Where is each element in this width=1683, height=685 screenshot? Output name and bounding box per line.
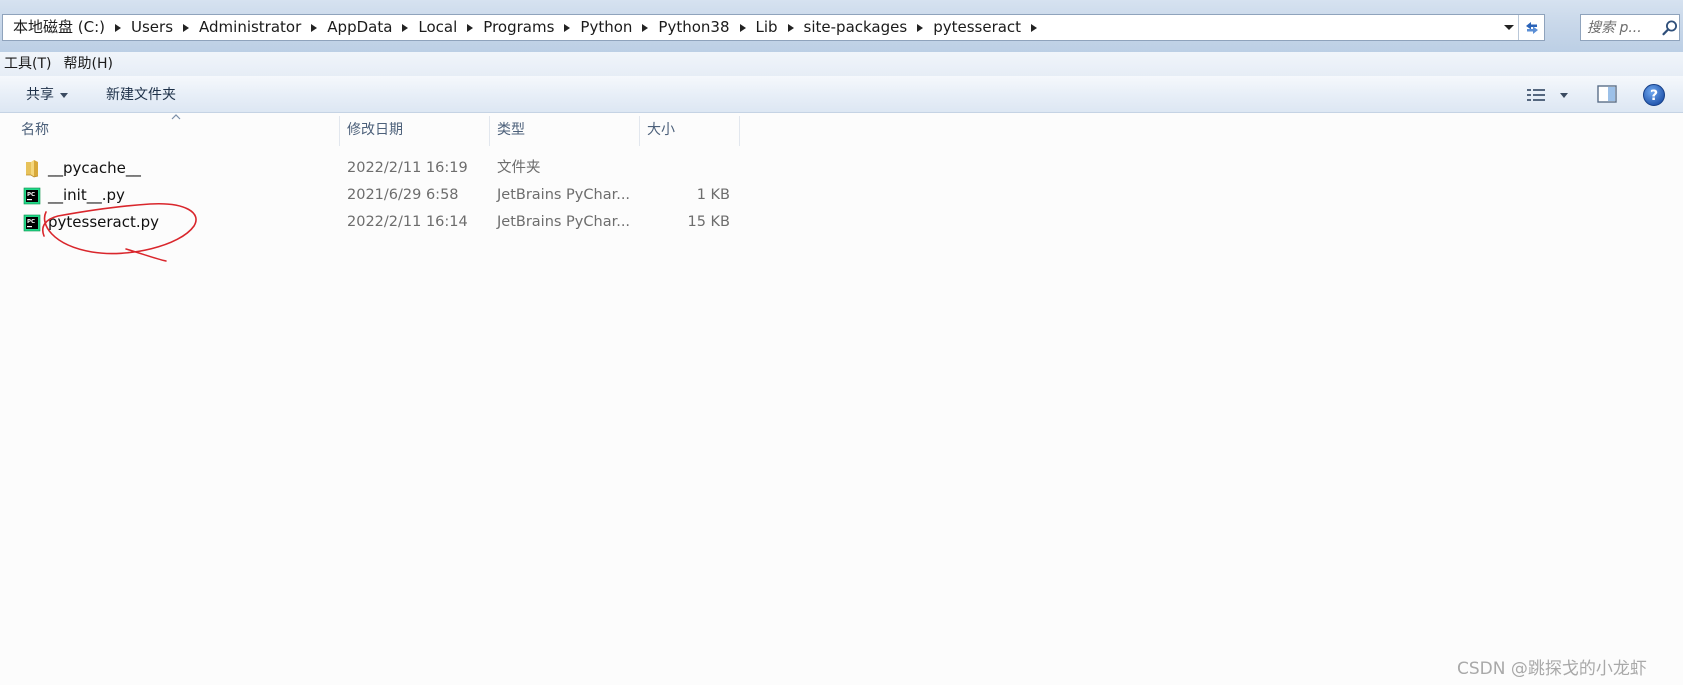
menu-bar: 工具(T) 帮助(H) [0,52,1683,76]
menu-item-tools[interactable]: 工具(T) [4,53,57,75]
breadcrumb-item-drive[interactable]: 本地磁盘 (C:) [9,15,109,40]
menu-item-help[interactable]: 帮助(H) [63,53,118,75]
pycharm-file-icon: PC [23,214,41,232]
explorer-window: 本地磁盘 (C:) Users Administrator AppData Lo… [0,0,1683,685]
details-view-icon [1527,89,1545,101]
breadcrumb-arrow-icon[interactable] [734,15,752,40]
refresh-icon [1525,21,1538,34]
file-row-init[interactable]: PC __init__.py 2021/6/29 6:58 JetBrains … [0,182,760,209]
file-type: JetBrains PyChar... [497,187,631,203]
column-divider[interactable] [739,116,740,146]
file-name: __pycache__ [48,159,141,177]
new-folder-button[interactable]: 新建文件夹 [102,83,180,107]
file-row-pycache[interactable]: __pycache__ 2022/2/11 16:19 文件夹 [0,155,760,182]
pycharm-file-icon: PC [23,187,41,205]
svg-text:PC: PC [27,192,35,198]
chevron-down-icon [60,92,68,98]
breadcrumb-arrow-icon[interactable] [911,15,929,40]
breadcrumb-arrow-icon[interactable] [782,15,800,40]
breadcrumb-item-programs[interactable]: Programs [479,15,558,40]
breadcrumb-item-appdata[interactable]: AppData [323,15,396,40]
preview-pane-button[interactable] [1596,84,1620,106]
breadcrumb-item-users[interactable]: Users [127,15,177,40]
breadcrumb-arrow-icon[interactable] [1025,15,1043,40]
share-label: 共享 [26,87,54,103]
file-type: JetBrains PyChar... [497,214,631,230]
breadcrumb-arrow-icon[interactable] [396,15,414,40]
breadcrumb-arrow-icon[interactable] [305,15,323,40]
breadcrumb-item-python[interactable]: Python [576,15,636,40]
file-size: 1 KB [696,187,730,203]
file-type: 文件夹 [497,160,541,176]
breadcrumb-arrow-icon[interactable] [461,15,479,40]
refresh-button[interactable] [1518,15,1544,40]
breadcrumb-arrow-icon[interactable] [558,15,576,40]
file-size: 15 KB [687,214,730,230]
preview-pane-icon [1597,85,1617,103]
help-icon: ? [1643,84,1665,106]
breadcrumb-item-local[interactable]: Local [414,15,461,40]
breadcrumb-item-site-packages[interactable]: site-packages [800,15,912,40]
search-input[interactable] [1587,16,1661,39]
svg-text:PC: PC [27,219,35,225]
breadcrumb-arrow-icon[interactable] [636,15,654,40]
search-box[interactable] [1580,14,1680,41]
column-header-name[interactable]: 名称 [14,114,334,147]
breadcrumb-item-python38[interactable]: Python38 [654,15,733,40]
chevron-down-icon [1560,92,1568,98]
file-size [640,155,730,182]
file-date: 2022/2/11 16:19 [347,160,468,176]
column-header-size[interactable]: 大小 [640,114,740,147]
folder-icon [26,160,39,178]
column-headers: 名称 修改日期 类型 大小 [0,114,1683,147]
chevron-down-icon[interactable] [1500,15,1518,40]
file-name: pytesseract.py [48,213,160,231]
svg-text:?: ? [1650,88,1658,104]
column-header-date[interactable]: 修改日期 [340,114,488,147]
breadcrumb-arrow-icon[interactable] [109,15,127,40]
breadcrumb-arrow-icon[interactable] [177,15,195,40]
help-button[interactable]: ? [1642,83,1666,107]
search-icon[interactable] [1661,19,1679,37]
file-date: 2022/2/11 16:14 [347,214,468,230]
column-header-type[interactable]: 类型 [490,114,638,147]
file-name: __init__.py [48,186,125,204]
breadcrumb-item-pytesseract[interactable]: pytesseract [929,15,1025,40]
breadcrumb-item-administrator[interactable]: Administrator [195,15,305,40]
file-row-pytesseract[interactable]: PC pytesseract.py 2022/2/11 16:14 JetBra… [0,209,760,236]
address-bar[interactable]: 本地磁盘 (C:) Users Administrator AppData Lo… [2,14,1545,41]
command-toolbar: 共享 新建文件夹 ? [0,76,1683,113]
watermark-text: CSDN @跳探戈的小龙虾 [1457,659,1647,679]
share-button[interactable]: 共享 [22,83,72,107]
breadcrumb-item-lib[interactable]: Lib [752,15,782,40]
breadcrumb: 本地磁盘 (C:) Users Administrator AppData Lo… [3,15,1500,40]
change-view-button[interactable] [1526,84,1574,106]
file-date: 2021/6/29 6:58 [347,187,459,203]
navigation-bar: 本地磁盘 (C:) Users Administrator AppData Lo… [0,0,1683,52]
